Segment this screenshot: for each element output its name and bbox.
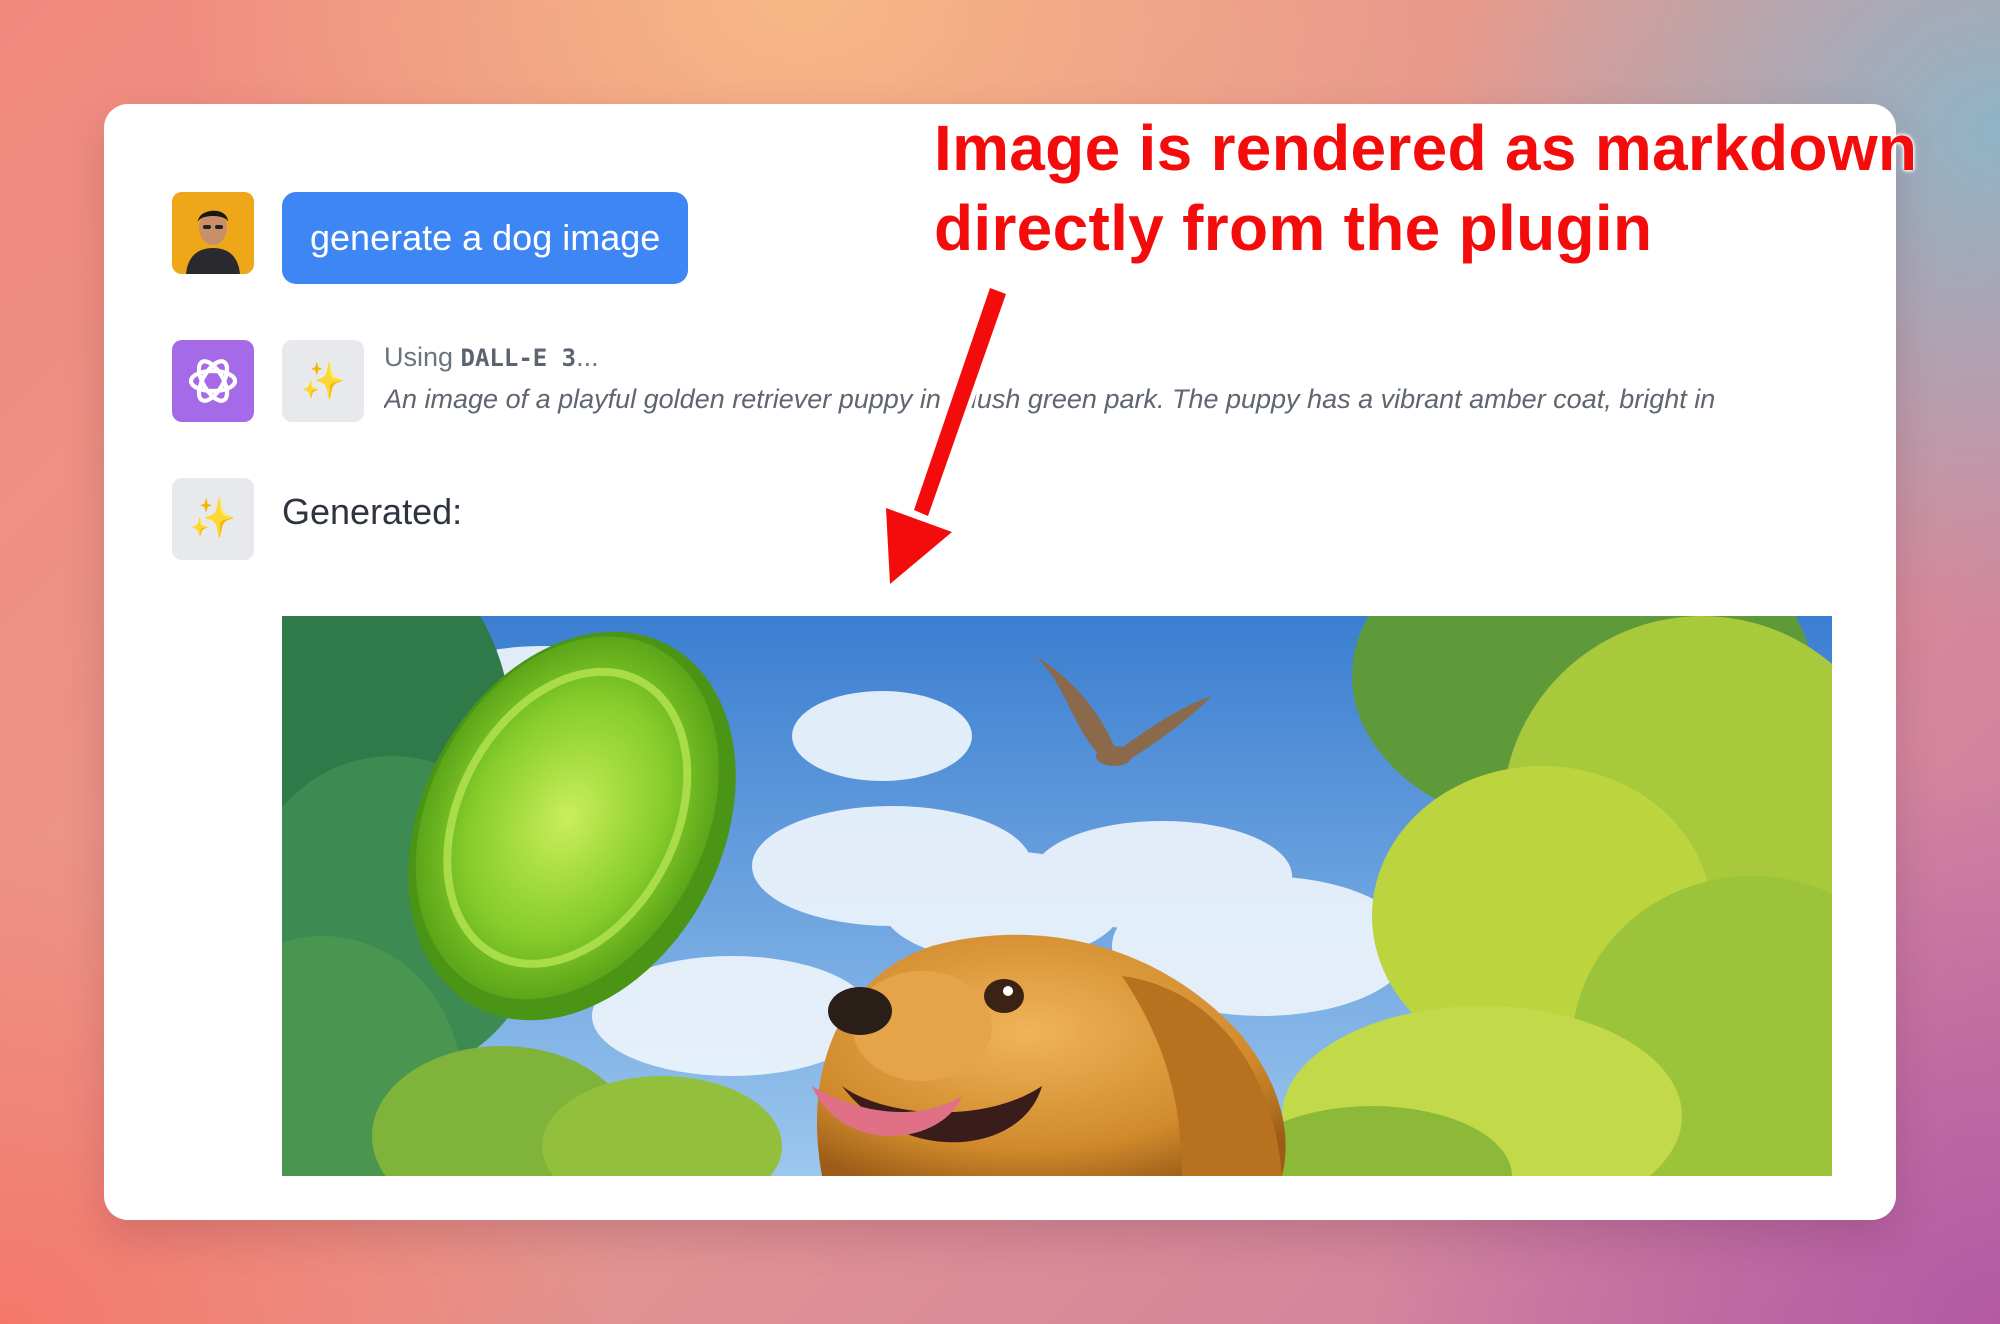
user-message-bubble: generate a dog image — [282, 192, 689, 284]
annotation-line-1: Image is rendered as markdown — [934, 112, 1918, 184]
tool-name: DALL-E 3 — [460, 344, 577, 372]
user-photo-avatar — [172, 192, 254, 274]
sparkles-icon: ✨ — [189, 498, 237, 540]
using-prefix: Using — [384, 342, 461, 372]
assistant-avatar — [172, 340, 254, 422]
annotation-callout: Image is rendered as markdown directly f… — [934, 108, 1917, 268]
dog-frisbee-illustration — [282, 616, 1832, 1176]
prompt-preview: An image of a playful golden retriever p… — [384, 384, 1716, 414]
user-avatar — [172, 192, 254, 274]
annotation-arrow-icon — [878, 282, 1012, 594]
openai-logo-icon — [188, 359, 238, 403]
sparkles-icon: ✨ — [300, 360, 346, 401]
result-icon-box: ✨ — [172, 478, 254, 560]
generated-label: Generated: — [282, 491, 463, 532]
tool-icon: ✨ — [282, 340, 364, 422]
tool-status: Using DALL-E 3... — [384, 342, 599, 373]
annotation-line-2: directly from the plugin — [934, 192, 1653, 264]
using-suffix: ... — [576, 342, 599, 372]
generated-dog-image[interactable] — [282, 616, 1832, 1176]
